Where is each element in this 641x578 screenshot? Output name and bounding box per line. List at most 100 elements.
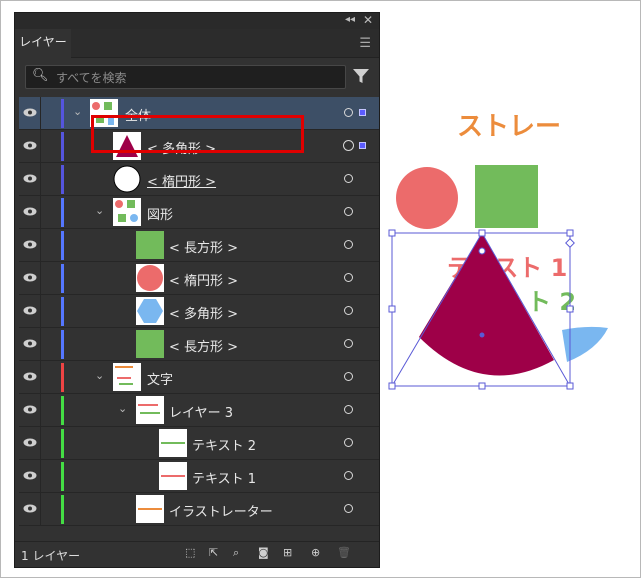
layer-row-text1[interactable]: テキスト 1 (19, 460, 379, 493)
lock-column[interactable] (40, 130, 41, 163)
lock-column[interactable] (40, 328, 41, 361)
layer-row-layer3[interactable]: ⌄ レイヤー 3 (19, 394, 379, 427)
layer-row-text[interactable]: ⌄ 文字 (19, 361, 379, 394)
layer-row-illustrator[interactable]: イラストレーター (19, 493, 379, 526)
layer-color-bar (61, 462, 64, 491)
lock-column[interactable] (40, 460, 41, 493)
layer-color-bar (61, 330, 64, 359)
tab-layers-label: レイヤー (19, 35, 67, 49)
new-sublayer-icon[interactable]: ⊞ (283, 546, 292, 559)
handle[interactable] (478, 229, 486, 237)
collect-export-icon[interactable]: ⬚ (185, 546, 195, 559)
eye-icon[interactable] (23, 504, 37, 513)
layer-color-bar (61, 297, 64, 326)
lock-column[interactable] (40, 394, 41, 427)
target-icon[interactable] (344, 306, 353, 315)
layer-color-bar (61, 198, 64, 227)
target-icon[interactable] (344, 471, 353, 480)
handle[interactable] (566, 382, 574, 390)
canvas-blue-shape[interactable] (562, 326, 608, 362)
lock-column[interactable] (40, 229, 41, 262)
eye-icon[interactable] (23, 240, 37, 249)
lock-column[interactable] (40, 295, 41, 328)
tab-layers[interactable]: レイヤー (15, 29, 71, 58)
lock-column[interactable] (40, 163, 41, 196)
close-icon[interactable]: ✕ (363, 13, 373, 27)
eye-icon[interactable] (23, 471, 37, 480)
target-icon[interactable] (344, 504, 353, 513)
lock-column[interactable] (40, 427, 41, 460)
panel-menu-icon[interactable]: ☰ (359, 36, 371, 51)
eye-icon[interactable] (23, 174, 37, 183)
layer-label: < 楕円形 > (169, 274, 239, 289)
handle[interactable] (478, 382, 486, 390)
target-icon[interactable] (344, 207, 353, 216)
target-icon[interactable] (344, 108, 353, 117)
chevron-down-icon[interactable]: ⌄ (118, 402, 127, 415)
export-icon[interactable]: ⇱ (209, 546, 218, 559)
layer-row-text2[interactable]: テキスト 2 (19, 427, 379, 460)
eye-icon[interactable] (23, 273, 37, 282)
rotate-handle[interactable] (565, 238, 575, 248)
handle[interactable] (388, 229, 396, 237)
layer-thumbnail (113, 165, 141, 193)
canvas-square[interactable] (475, 165, 538, 228)
lock-column[interactable] (40, 361, 41, 394)
layer-row-ellipse-2[interactable]: < 楕円形 > (19, 262, 379, 295)
handle[interactable] (388, 305, 396, 313)
handle[interactable] (566, 305, 574, 313)
target-icon[interactable] (344, 240, 353, 249)
layer-list: ⌄ 全体 < 多角形 > < 楕円形 > ⌄ 図形 < 長方形 > < 楕円形 … (19, 97, 379, 541)
handle[interactable] (388, 382, 396, 390)
eye-icon[interactable] (23, 372, 37, 381)
handle[interactable] (566, 229, 574, 237)
eye-icon[interactable] (23, 405, 37, 414)
target-icon[interactable] (344, 372, 353, 381)
search-placeholder: すべてを検索 (56, 71, 127, 85)
target-icon[interactable] (344, 405, 353, 414)
layer-row-rectangle[interactable]: < 長方形 > (19, 229, 379, 262)
chevron-down-icon[interactable]: ⌄ (95, 369, 104, 382)
layer-row-polygon-2[interactable]: < 多角形 > (19, 295, 379, 328)
clipping-mask-icon[interactable]: ◙ (258, 546, 269, 559)
layer-thumbnail (159, 462, 187, 490)
collapse-icon[interactable]: ◂◂ (345, 14, 355, 25)
layer-thumbnail (113, 363, 141, 391)
layer-label: < 楕円形 > (147, 175, 217, 190)
target-icon[interactable] (343, 140, 354, 151)
chevron-down-icon[interactable]: ⌄ (95, 204, 104, 217)
target-icon[interactable] (344, 273, 353, 282)
eye-icon[interactable] (23, 339, 37, 348)
eye-icon[interactable] (23, 207, 37, 216)
layer-label: < 長方形 > (169, 340, 239, 355)
eye-icon[interactable] (23, 108, 37, 117)
filter-icon[interactable] (351, 66, 371, 86)
lock-column[interactable] (40, 196, 41, 229)
selection-indicator[interactable] (359, 142, 366, 149)
trash-icon[interactable]: 🗑︎ (337, 546, 351, 559)
eye-icon[interactable] (23, 306, 37, 315)
lock-column[interactable] (40, 493, 41, 526)
search-field[interactable]: 🔍︎ すべてを検索 (25, 65, 346, 89)
lock-column[interactable] (40, 97, 41, 130)
layer-color-bar (61, 495, 64, 524)
corner-widget[interactable] (478, 247, 486, 255)
canvas-top-text[interactable]: ストレー (457, 112, 561, 142)
eye-icon[interactable] (23, 438, 37, 447)
layer-color-bar (61, 132, 64, 161)
panel-titlebar[interactable]: ◂◂ ✕ (15, 13, 379, 29)
chevron-down-icon[interactable]: ⌄ (73, 105, 82, 118)
canvas-circle[interactable] (396, 167, 458, 229)
layer-row-ellipse[interactable]: < 楕円形 > (19, 163, 379, 196)
lock-column[interactable] (40, 262, 41, 295)
search-icon[interactable]: ⌕ (233, 546, 239, 560)
target-icon[interactable] (344, 174, 353, 183)
new-layer-icon[interactable]: ⊕ (311, 546, 320, 559)
selection-indicator[interactable] (359, 109, 366, 116)
layer-row-rectangle-2[interactable]: < 長方形 > (19, 328, 379, 361)
layer-color-bar (61, 363, 64, 392)
target-icon[interactable] (344, 438, 353, 447)
eye-icon[interactable] (23, 141, 37, 150)
layer-row-shapes[interactable]: ⌄ 図形 (19, 196, 379, 229)
target-icon[interactable] (344, 339, 353, 348)
